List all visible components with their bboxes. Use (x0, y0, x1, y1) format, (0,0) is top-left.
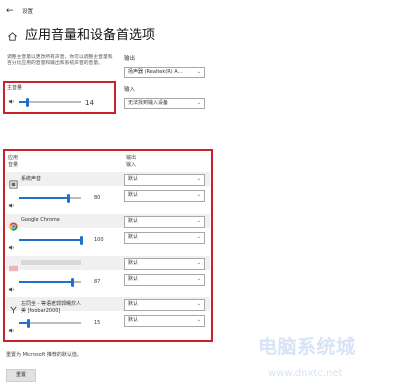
input-column-header: 输入 (126, 162, 137, 168)
app-volume-thumb[interactable] (79, 235, 83, 245)
app-input-dropdown[interactable]: 默认 ⌄ (124, 274, 205, 286)
app-volume-fill (19, 281, 73, 283)
chevron-down-icon: ⌄ (196, 69, 201, 75)
app-name: 系统声音 (21, 176, 42, 182)
app-column-header: 应用 (8, 155, 19, 161)
output-label: 输出 (124, 56, 136, 62)
output-device-dropdown[interactable]: 扬声器 (Realtek(R) A... ⌄ (124, 67, 205, 78)
output-column-header: 输出 (126, 155, 137, 161)
input-device-value: 无法找到输入设备 (128, 100, 169, 106)
master-volume-value: 14 (85, 99, 94, 107)
reset-description: 重置为 Microsoft 推荐的默认值。 (6, 352, 82, 358)
window-title: 设置 (22, 9, 34, 15)
app-name-line2: 美 [foobar2000] (21, 308, 61, 314)
speaker-icon (8, 319, 15, 333)
chrome-icon (9, 216, 18, 231)
master-volume-description: 调整主音量以更改所有声音。你可以调整主音量和百分比应用的音量和输出和系统声音的音… (7, 55, 113, 67)
app-volume-thumb[interactable] (67, 193, 71, 203)
app-name: Google Chrome (21, 217, 60, 223)
chevron-down-icon: ⌄ (196, 176, 201, 182)
app-output-value: 默认 (128, 176, 139, 182)
chevron-down-icon: ⌄ (196, 301, 201, 307)
chevron-down-icon: ⌄ (196, 276, 201, 282)
volume-column-header: 音量 (8, 162, 19, 168)
home-icon[interactable] (7, 31, 18, 42)
app-volume-slider[interactable] (19, 197, 81, 199)
app-volume-value: 87 (94, 279, 101, 285)
input-label: 输入 (124, 87, 136, 93)
app-output-dropdown[interactable]: 默认 ⌄ (124, 258, 205, 270)
app-volume-thumb[interactable] (71, 277, 75, 287)
app-output-dropdown[interactable]: 默认 ⌄ (124, 216, 205, 228)
app-volume-value: 80 (94, 195, 101, 201)
app-volume-slider[interactable] (19, 239, 81, 241)
app-output-dropdown[interactable]: 默认 ⌄ (124, 174, 205, 186)
app-output-value: 默认 (128, 260, 139, 266)
app-input-dropdown[interactable]: 默认 ⌄ (124, 315, 205, 327)
chevron-down-icon: ⌄ (196, 192, 201, 198)
app-volume-value: 15 (94, 320, 101, 326)
page-title: 应用音量和设备首选项 (25, 28, 156, 43)
chevron-down-icon: ⌄ (196, 100, 201, 106)
app-volume-value: 100 (94, 237, 104, 243)
back-arrow-icon[interactable]: ← (6, 6, 16, 16)
app-volume-fill (19, 239, 81, 241)
blurred-app-name (21, 260, 81, 265)
master-volume-label: 主音量 (7, 85, 23, 91)
app-output-value: 默认 (128, 301, 139, 307)
chevron-down-icon: ⌄ (196, 317, 201, 323)
chevron-down-icon: ⌄ (196, 218, 201, 224)
system-sounds-icon (9, 174, 18, 189)
master-volume-thumb[interactable] (26, 97, 30, 107)
blurred-app-icon (9, 258, 18, 272)
speaker-icon (8, 99, 14, 104)
app-volume-thumb[interactable] (26, 318, 30, 328)
chevron-down-icon: ⌄ (196, 234, 201, 240)
app-input-value: 默认 (128, 192, 139, 198)
speaker-icon (8, 278, 15, 292)
app-input-value: 默认 (128, 276, 139, 282)
app-input-value: 默认 (128, 234, 139, 240)
output-device-value: 扬声器 (Realtek(R) A... (128, 69, 183, 75)
app-name: 左同全 - 等语老郭郭曙炊人 (21, 301, 81, 307)
app-volume-fill (19, 197, 69, 199)
watermark-logo-text: 电脑系统城 (258, 336, 356, 358)
speaker-icon (8, 194, 15, 208)
watermark-url: www.dnxtc.net (268, 368, 343, 379)
app-input-value: 默认 (128, 317, 139, 323)
reset-button[interactable]: 重置 (6, 369, 36, 382)
speaker-icon (8, 236, 15, 250)
app-input-dropdown[interactable]: 默认 ⌄ (124, 232, 205, 244)
input-device-dropdown[interactable]: 无法找到输入设备 ⌄ (124, 98, 205, 109)
app-output-dropdown[interactable]: 默认 ⌄ (124, 299, 205, 311)
app-output-value: 默认 (128, 218, 139, 224)
chevron-down-icon: ⌄ (196, 260, 201, 266)
title-bar: ← 设置 (0, 0, 397, 20)
app-input-dropdown[interactable]: 默认 ⌄ (124, 190, 205, 202)
foobar-icon (9, 299, 18, 314)
